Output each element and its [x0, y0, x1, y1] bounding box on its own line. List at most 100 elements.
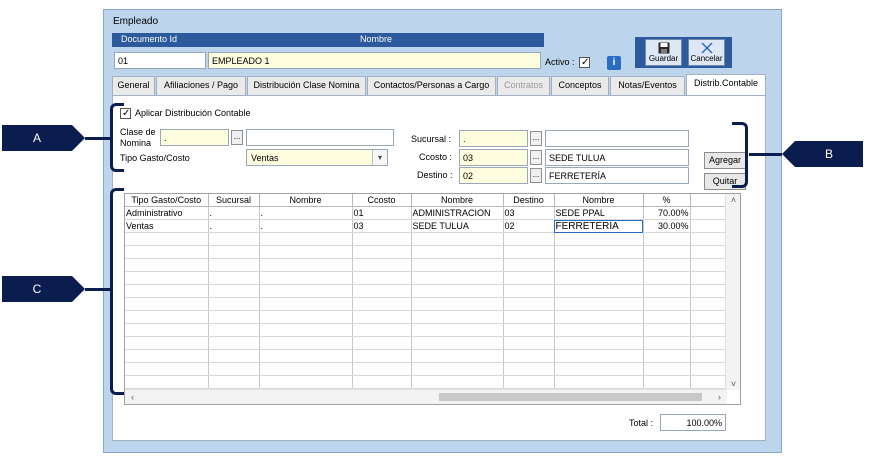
empty-cell[interactable]	[352, 232, 412, 246]
scroll-right-icon[interactable]: ›	[712, 392, 727, 402]
empty-cell[interactable]	[503, 232, 555, 246]
info-icon[interactable]: i	[607, 56, 621, 70]
tipo-gasto-select[interactable]: Ventas ▾	[246, 149, 388, 166]
empty-row[interactable]	[125, 297, 727, 311]
empty-cell[interactable]	[554, 232, 644, 246]
empty-cell[interactable]	[503, 258, 555, 272]
table-cell[interactable]: .	[259, 206, 353, 220]
tab-distribucion-clase[interactable]: Distribución Clase Nomina	[247, 76, 366, 95]
empty-row[interactable]	[125, 336, 727, 350]
empty-cell[interactable]	[690, 375, 727, 389]
empty-cell[interactable]	[208, 271, 260, 285]
empty-cell[interactable]	[208, 323, 260, 337]
empty-cell[interactable]	[411, 362, 504, 376]
empty-cell[interactable]	[352, 349, 412, 363]
empty-cell[interactable]	[643, 349, 691, 363]
empty-cell[interactable]	[554, 375, 644, 389]
empty-cell[interactable]	[208, 297, 260, 311]
empty-cell[interactable]	[690, 297, 727, 311]
empty-cell[interactable]	[208, 245, 260, 259]
table-cell[interactable]: 03	[503, 206, 555, 220]
tab-distrib-contable[interactable]: Distrib.Contable	[686, 74, 766, 95]
empty-cell[interactable]	[554, 258, 644, 272]
empty-cell[interactable]	[554, 310, 644, 324]
table-cell[interactable]: .	[208, 206, 260, 220]
empty-cell[interactable]	[643, 375, 691, 389]
empty-cell[interactable]	[125, 349, 209, 363]
empty-row[interactable]	[125, 258, 727, 272]
table-cell[interactable]: .	[208, 219, 260, 233]
clase-nomina-lookup-button[interactable]: ...	[231, 130, 243, 145]
empty-cell[interactable]	[259, 375, 353, 389]
empty-cell[interactable]	[643, 297, 691, 311]
empty-cell[interactable]	[208, 349, 260, 363]
empty-cell[interactable]	[503, 375, 555, 389]
tab-afiliaciones[interactable]: Afiliaciones / Pago	[156, 76, 246, 95]
empty-cell[interactable]	[208, 362, 260, 376]
destino-field[interactable]: 02	[459, 167, 528, 184]
empty-row[interactable]	[125, 323, 727, 337]
empty-cell[interactable]	[411, 310, 504, 324]
empty-cell[interactable]	[125, 362, 209, 376]
column-header[interactable]: Tipo Gasto/Costo	[125, 194, 209, 207]
empty-cell[interactable]	[411, 245, 504, 259]
table-cell[interactable]: Ventas	[125, 219, 209, 233]
empty-cell[interactable]	[259, 284, 353, 298]
empty-cell[interactable]	[352, 375, 412, 389]
empty-cell[interactable]	[503, 245, 555, 259]
empty-cell[interactable]	[554, 245, 644, 259]
column-header[interactable]: Sucursal	[208, 194, 260, 207]
table-cell[interactable]: .	[259, 219, 353, 233]
empty-row[interactable]	[125, 271, 727, 285]
table-cell[interactable]: ADMINISTRACION	[411, 206, 504, 220]
empty-cell[interactable]	[259, 362, 353, 376]
empty-cell[interactable]	[411, 375, 504, 389]
empty-cell[interactable]	[643, 310, 691, 324]
empty-cell[interactable]	[554, 284, 644, 298]
empty-cell[interactable]	[503, 336, 555, 350]
empty-cell[interactable]	[125, 297, 209, 311]
empty-cell[interactable]	[125, 323, 209, 337]
scroll-up-icon[interactable]: ˄	[726, 195, 740, 205]
empty-cell[interactable]	[554, 271, 644, 285]
ccosto-field[interactable]: 03	[459, 149, 528, 166]
tab-notas-eventos[interactable]: Notas/Eventos	[610, 76, 685, 95]
column-header[interactable]: %	[643, 194, 691, 207]
empty-cell[interactable]	[503, 362, 555, 376]
empty-cell[interactable]	[643, 284, 691, 298]
empty-cell[interactable]	[411, 349, 504, 363]
empty-cell[interactable]	[690, 284, 727, 298]
empty-row[interactable]	[125, 362, 727, 376]
empty-cell[interactable]	[352, 284, 412, 298]
empty-cell[interactable]	[503, 271, 555, 285]
empty-cell[interactable]	[643, 271, 691, 285]
empty-cell[interactable]	[125, 232, 209, 246]
doc-id-field[interactable]: 01	[114, 52, 206, 69]
empty-cell[interactable]	[259, 323, 353, 337]
empty-cell[interactable]	[690, 349, 727, 363]
tab-general[interactable]: General	[112, 76, 155, 95]
empty-cell[interactable]	[411, 297, 504, 311]
table-cell[interactable]: FERRETERÍA	[554, 219, 644, 233]
empty-cell[interactable]	[554, 336, 644, 350]
tab-contactos[interactable]: Contactos/Personas a Cargo	[367, 76, 496, 95]
empty-cell[interactable]	[352, 336, 412, 350]
empty-cell[interactable]	[411, 284, 504, 298]
empty-cell[interactable]	[208, 375, 260, 389]
empty-cell[interactable]	[125, 284, 209, 298]
empty-cell[interactable]	[259, 258, 353, 272]
clase-nomina-field[interactable]: .	[160, 129, 229, 146]
empty-cell[interactable]	[643, 258, 691, 272]
empty-row[interactable]	[125, 349, 727, 363]
table-cell[interactable]: 01	[352, 206, 412, 220]
table-cell[interactable]: 30.00%	[643, 219, 691, 233]
horizontal-scroll-thumb[interactable]	[439, 393, 702, 401]
empty-cell[interactable]	[690, 310, 727, 324]
empty-cell[interactable]	[690, 245, 727, 259]
empty-cell[interactable]	[352, 258, 412, 272]
distribution-grid[interactable]: Tipo Gasto/Costo Sucursal Nombre Ccosto …	[124, 193, 741, 405]
empty-cell[interactable]	[411, 336, 504, 350]
column-header[interactable]: Nombre	[554, 194, 644, 207]
empty-cell[interactable]	[643, 362, 691, 376]
empty-row[interactable]	[125, 245, 727, 259]
